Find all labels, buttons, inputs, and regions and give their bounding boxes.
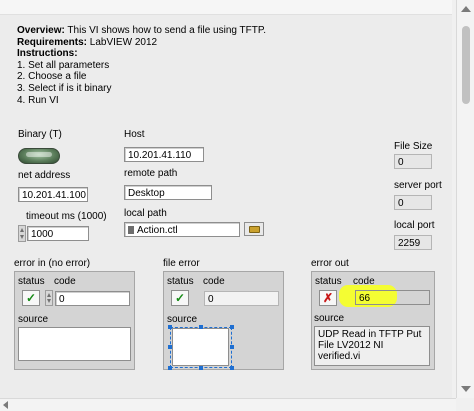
host-label: Host (124, 129, 145, 140)
instructions-label: Instructions: (17, 48, 78, 60)
local-port-indicator: 2259 (394, 235, 432, 250)
source-label: source (314, 313, 345, 324)
status-label: status (315, 276, 342, 287)
code-increment-decrement[interactable] (45, 290, 53, 306)
error-out-title: error out (311, 258, 349, 269)
local-port-label: local port (394, 220, 435, 231)
instruction-step: 4. Run VI (17, 94, 59, 106)
selection-outline (170, 327, 232, 368)
file-size-indicator: 0 (394, 154, 432, 169)
file-size-label: File Size (394, 141, 433, 152)
timeout-increment-decrement[interactable] (18, 225, 26, 242)
instruction-step: 3. Select if is it binary (17, 82, 112, 94)
remote-path-label: remote path (124, 168, 178, 179)
status-label: status (18, 276, 45, 287)
status-error-icon: ✗ (319, 290, 337, 306)
binary-toggle[interactable] (18, 148, 60, 164)
source-line: verified.vi (318, 351, 361, 362)
resize-handle[interactable] (230, 366, 234, 370)
file-error-title: file error (163, 258, 200, 269)
binary-label: Binary (T) (18, 129, 62, 140)
net-address-label: net address (18, 170, 71, 181)
source-indicator: UDP Read in TFTP Put File LV2012 NI veri… (314, 326, 430, 366)
instruction-step: 1. Set all parameters (17, 59, 110, 71)
source-field[interactable] (18, 327, 131, 361)
error-in-title: error in (no error) (14, 258, 91, 269)
source-label: source (18, 314, 49, 325)
error-in-cluster: status code ✓ 0 source (14, 271, 135, 370)
status-checkmark-icon[interactable]: ✓ (22, 290, 40, 306)
source-line: File LV2012 NI (318, 340, 384, 351)
overview-text: This VI shows how to send a file using T… (67, 25, 267, 36)
server-port-indicator: 0 (394, 195, 432, 210)
code-field[interactable]: 0 (55, 291, 130, 306)
scroll-up-arrow-icon[interactable] (461, 6, 471, 12)
resize-handle[interactable] (168, 366, 172, 370)
timeout-field[interactable]: 1000 (27, 226, 89, 241)
server-port-label: server port (394, 180, 442, 191)
local-path-value: Action.ctl (137, 225, 178, 236)
resize-handle[interactable] (168, 345, 172, 349)
resize-handle[interactable] (199, 366, 203, 370)
net-address-field[interactable]: 10.201.41.100 (18, 187, 88, 202)
scroll-down-arrow-icon[interactable] (461, 386, 471, 392)
source-line: UDP Read in TFTP Put (318, 329, 422, 340)
resize-handle[interactable] (230, 325, 234, 329)
code-indicator: 0 (204, 291, 279, 306)
horizontal-scrollbar[interactable] (0, 398, 456, 411)
description-text: Overview: This VI shows how to send a fi… (17, 25, 277, 106)
instruction-step: 2. Choose a file (17, 71, 87, 83)
path-icon (128, 226, 134, 234)
vertical-scrollbar[interactable] (456, 0, 474, 398)
timeout-label: timeout ms (1000) (26, 211, 107, 222)
requirements-label: Requirements: (17, 36, 88, 48)
local-path-label: local path (124, 208, 167, 219)
code-label: code (54, 276, 76, 287)
status-checkmark-icon: ✓ (171, 290, 189, 306)
host-field[interactable]: 10.201.41.110 (124, 147, 204, 162)
source-label: source (167, 314, 198, 325)
resize-handle[interactable] (199, 325, 203, 329)
status-label: status (167, 276, 194, 287)
scroll-left-arrow-icon[interactable] (3, 401, 8, 409)
browse-button[interactable] (244, 222, 264, 236)
local-path-field[interactable]: Action.ctl (124, 222, 240, 237)
overview-label: Overview: (17, 25, 65, 36)
panel-top-strip (0, 0, 452, 15)
resize-handle[interactable] (168, 325, 172, 329)
scroll-thumb[interactable] (462, 26, 470, 104)
code-label: code (203, 276, 225, 287)
remote-path-field[interactable]: Desktop (124, 185, 212, 200)
code-indicator: 66 (355, 290, 430, 305)
requirements-text: LabVIEW 2012 (89, 36, 158, 48)
resize-handle[interactable] (230, 345, 234, 349)
folder-icon (249, 226, 260, 233)
